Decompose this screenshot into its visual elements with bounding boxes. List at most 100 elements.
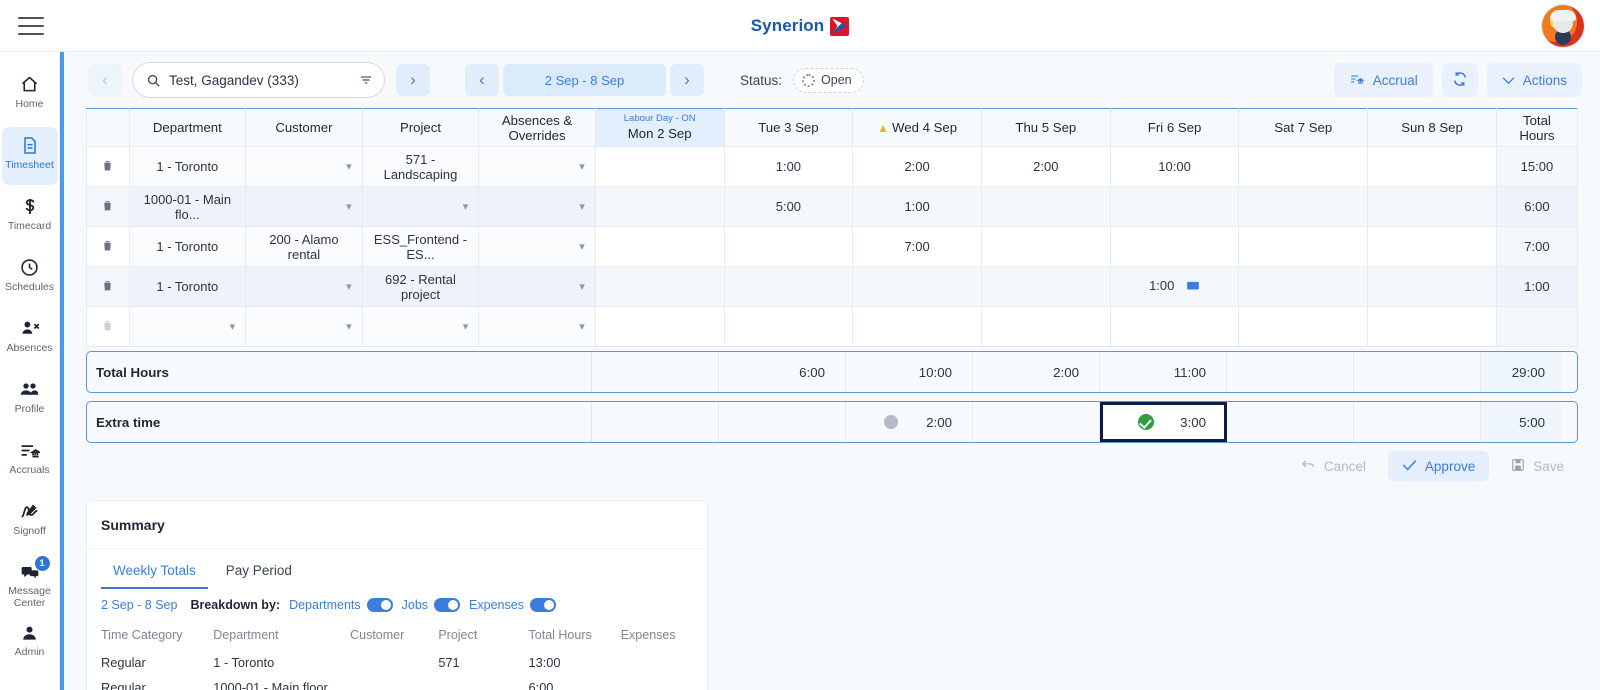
cell-hours-tue[interactable]: [723, 266, 854, 307]
cell-department[interactable]: 1000-01 - Main flo...: [128, 186, 247, 227]
prev-period-button[interactable]: ‹: [465, 64, 499, 96]
cell-project[interactable]: ESS_Frontend - ES...: [361, 226, 480, 267]
cell-hours-sat[interactable]: [1238, 226, 1369, 267]
cell-hours-sun[interactable]: [1367, 186, 1497, 227]
cell-department[interactable]: 1 - Toronto: [128, 266, 247, 307]
cell-hours-mon[interactable]: [594, 146, 725, 187]
next-period-button[interactable]: ›: [670, 64, 704, 96]
cell-hours-wed[interactable]: 2:00: [852, 146, 982, 187]
hamburger-icon[interactable]: [18, 16, 44, 35]
trash-icon[interactable]: [101, 200, 114, 216]
cell-hours-sat[interactable]: [1238, 146, 1369, 187]
save-button[interactable]: Save: [1497, 451, 1578, 481]
cell-absences[interactable]: ▾: [478, 186, 596, 227]
cell-absences[interactable]: ▾: [478, 146, 596, 187]
delete-row-button[interactable]: [86, 266, 130, 307]
cell-project[interactable]: 571 - Landscaping: [361, 146, 480, 187]
cell-hours-sun[interactable]: [1367, 226, 1497, 267]
chevron-down-icon[interactable]: ▾: [579, 268, 585, 306]
cell-hours-wed[interactable]: [852, 266, 982, 307]
extra-mon[interactable]: [592, 402, 719, 442]
cell-hours-mon[interactable]: [594, 226, 725, 267]
chevron-down-icon[interactable]: ▾: [346, 308, 352, 346]
chevron-down-icon[interactable]: ▾: [346, 188, 352, 226]
search-input[interactable]: [169, 72, 350, 88]
cell-project[interactable]: ▾: [361, 306, 480, 347]
chevron-down-icon[interactable]: ▾: [346, 268, 352, 306]
next-employee-button[interactable]: ›: [396, 64, 430, 96]
sidebar-item-signoff[interactable]: Signoff: [2, 493, 58, 551]
chevron-down-icon[interactable]: ▾: [579, 228, 585, 266]
cell-department[interactable]: 1 - Toronto: [128, 226, 247, 267]
sidebar-item-timesheet[interactable]: Timesheet: [1, 127, 58, 185]
extra-sun[interactable]: [1354, 402, 1481, 442]
cell-hours-sat[interactable]: [1238, 306, 1369, 347]
sidebar-item-timecard[interactable]: Timecard: [2, 188, 58, 246]
cell-absences[interactable]: ▾: [478, 226, 596, 267]
actions-button[interactable]: Actions: [1486, 63, 1582, 97]
sidebar-item-admin[interactable]: Admin: [2, 615, 58, 673]
extra-tue[interactable]: [719, 402, 846, 442]
jobs-toggle[interactable]: [434, 598, 461, 612]
delete-row-button[interactable]: [86, 146, 130, 187]
period-label[interactable]: 2 Sep - 8 Sep: [503, 64, 666, 96]
sidebar-item-absences[interactable]: Absences: [2, 310, 58, 368]
trash-icon[interactable]: [101, 160, 114, 176]
trash-icon[interactable]: [101, 280, 114, 296]
cell-hours-wed[interactable]: [852, 306, 982, 347]
employee-search[interactable]: [132, 62, 385, 98]
extra-thu[interactable]: [973, 402, 1100, 442]
refresh-button[interactable]: [1441, 63, 1478, 97]
cell-hours-fri[interactable]: 10:00: [1109, 146, 1240, 187]
cell-project[interactable]: 692 - Rental project: [361, 266, 480, 307]
cell-customer[interactable]: 200 - Alamo rental: [245, 226, 363, 267]
cell-hours-sat[interactable]: [1238, 186, 1369, 227]
prev-employee-button[interactable]: ‹: [88, 64, 122, 96]
cell-absences[interactable]: ▾: [478, 306, 596, 347]
sidebar-item-accruals[interactable]: Accruals: [2, 432, 58, 490]
cell-hours-tue[interactable]: [723, 226, 854, 267]
note-flag-icon[interactable]: [1186, 280, 1200, 295]
chevron-down-icon[interactable]: ▾: [579, 308, 585, 346]
sidebar-item-message-center[interactable]: 1 Message Center: [2, 554, 58, 612]
cell-hours-thu[interactable]: [980, 266, 1111, 307]
cell-hours-thu[interactable]: [980, 226, 1111, 267]
avatar[interactable]: [1542, 5, 1584, 47]
cell-hours-thu[interactable]: [980, 186, 1111, 227]
cell-hours-fri[interactable]: [1109, 306, 1240, 347]
sidebar-item-schedules[interactable]: Schedules: [2, 249, 58, 307]
cell-hours-thu[interactable]: [980, 306, 1111, 347]
cell-hours-fri[interactable]: 1:00: [1109, 266, 1240, 307]
cell-department[interactable]: ▾: [128, 306, 247, 347]
extra-fri[interactable]: 3:00: [1100, 402, 1227, 442]
sidebar-item-profile[interactable]: Profile: [2, 371, 58, 429]
tab-pay-period[interactable]: Pay Period: [214, 556, 304, 589]
departments-toggle[interactable]: [366, 598, 393, 612]
extra-sat[interactable]: [1227, 402, 1354, 442]
sidebar-item-home[interactable]: Home: [2, 66, 58, 124]
chevron-down-icon[interactable]: ▾: [463, 188, 469, 226]
delete-row-button[interactable]: [86, 186, 130, 227]
cell-hours-wed[interactable]: 7:00: [852, 226, 982, 267]
chevron-down-icon[interactable]: ▾: [346, 148, 352, 186]
chevron-down-icon[interactable]: ▾: [579, 188, 585, 226]
cell-absences[interactable]: ▾: [478, 266, 596, 307]
cell-hours-sun[interactable]: [1367, 266, 1497, 307]
tab-weekly-totals[interactable]: Weekly Totals: [101, 556, 208, 589]
cell-hours-mon[interactable]: [594, 306, 725, 347]
cell-hours-tue[interactable]: [723, 306, 854, 347]
delete-row-button[interactable]: [86, 226, 130, 267]
cell-customer[interactable]: ▾: [245, 186, 363, 227]
chevron-down-icon[interactable]: ▾: [463, 308, 469, 346]
approve-button[interactable]: Approve: [1387, 451, 1490, 481]
cell-hours-sun[interactable]: [1367, 306, 1497, 347]
accrual-button[interactable]: Accrual: [1333, 63, 1433, 97]
cell-hours-fri[interactable]: [1109, 186, 1240, 227]
chevron-down-icon[interactable]: ▾: [230, 308, 236, 346]
extra-wed[interactable]: 2:00: [846, 402, 973, 442]
cell-hours-tue[interactable]: 5:00: [723, 186, 854, 227]
cell-project[interactable]: ▾: [361, 186, 480, 227]
breakdown-jobs[interactable]: Jobs: [402, 598, 461, 612]
cell-customer[interactable]: ▾: [245, 306, 363, 347]
cell-customer[interactable]: ▾: [245, 146, 363, 187]
